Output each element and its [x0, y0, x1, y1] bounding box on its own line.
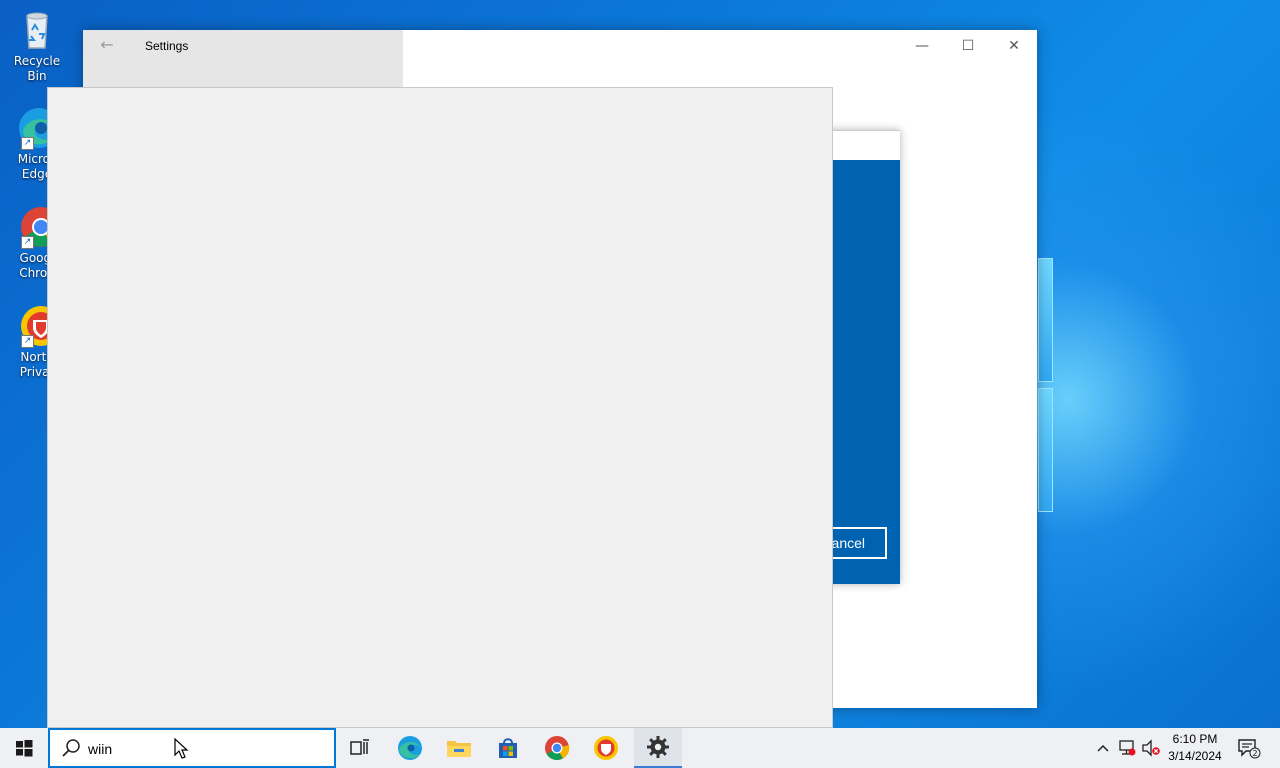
show-hidden-icons-button[interactable]	[1092, 728, 1114, 768]
maximize-button[interactable]: ☐	[945, 30, 991, 62]
network-icon	[1119, 740, 1136, 756]
start-button[interactable]	[0, 728, 48, 768]
wallpaper-logo-pane	[1038, 258, 1053, 382]
taskbar-search-box[interactable]	[48, 728, 336, 768]
taskbar-clock[interactable]: 6:10 PM 3/14/2024	[1162, 731, 1228, 765]
settings-sidebar	[83, 30, 403, 88]
edge-icon	[398, 736, 422, 760]
task-view-button[interactable]	[336, 728, 384, 768]
shortcut-arrow-icon: ↗	[21, 335, 34, 348]
mouse-cursor-icon	[174, 738, 189, 759]
notification-count: 2	[1252, 749, 1257, 758]
task-view-icon	[350, 739, 369, 755]
chrome-icon	[545, 736, 570, 761]
taskbar-store-button[interactable]	[484, 728, 532, 768]
file-explorer-icon	[447, 741, 471, 757]
windows-logo-icon	[16, 740, 33, 757]
taskbar-file-explorer-button[interactable]	[435, 728, 483, 768]
recycle-bin-icon	[15, 8, 59, 52]
search-results-panel	[47, 87, 833, 728]
clock-date: 3/14/2024	[1168, 749, 1222, 763]
close-button[interactable]: ✕	[991, 30, 1037, 62]
window-title: Settings	[145, 39, 189, 53]
settings-gear-icon	[647, 736, 669, 758]
desktop-icon-label: Recycle Bin	[13, 54, 61, 83]
clock-time: 6:10 PM	[1172, 732, 1218, 746]
notification-icon: 2	[1238, 739, 1261, 759]
search-icon	[62, 739, 80, 757]
desktop-icon-recycle-bin[interactable]: Recycle Bin	[4, 8, 70, 84]
taskbar: 6:10 PM 3/14/2024 2	[0, 728, 1280, 768]
taskbar-settings-button[interactable]	[634, 728, 682, 768]
shortcut-arrow-icon: ↗	[21, 236, 34, 249]
shortcut-arrow-icon: ↗	[21, 137, 34, 150]
chevron-up-icon	[1097, 744, 1109, 752]
minimize-button[interactable]: —	[899, 30, 945, 62]
search-input[interactable]	[88, 739, 318, 759]
network-button[interactable]	[1116, 728, 1138, 768]
taskbar-norton-button[interactable]	[582, 728, 630, 768]
taskbar-edge-button[interactable]	[386, 728, 434, 768]
taskbar-chrome-button[interactable]	[533, 728, 581, 768]
wallpaper-logo-pane	[1038, 388, 1053, 512]
microsoft-store-icon	[499, 738, 517, 758]
volume-button[interactable]	[1140, 728, 1162, 768]
back-arrow-icon[interactable]: ←	[93, 36, 121, 56]
action-center-button[interactable]: 2	[1234, 728, 1264, 768]
volume-muted-icon	[1142, 739, 1160, 757]
norton-icon	[594, 736, 618, 760]
